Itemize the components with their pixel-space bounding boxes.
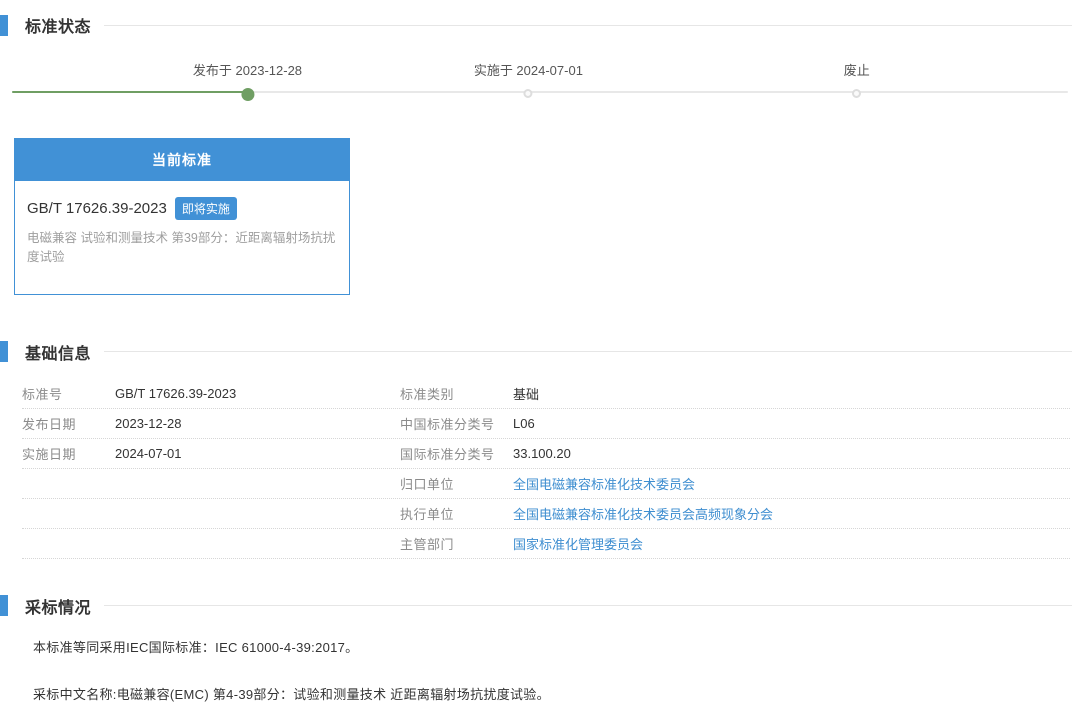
table-row: 发布日期 2023-12-28 中国标准分类号 L06 — [22, 409, 1070, 439]
timeline-dot-pending-icon — [852, 89, 861, 98]
standard-description: 电磁兼容 试验和测量技术 第39部分：近距离辐射场抗扰度试验 — [27, 229, 337, 268]
link-executing-unit[interactable]: 全国电磁兼容标准化技术委员会高频现象分会 — [513, 504, 1070, 523]
section-divider-line — [104, 605, 1072, 606]
field-value-ics-code: 33.100.20 — [513, 446, 1070, 461]
section-accent-bar — [0, 341, 8, 362]
section-divider-line — [104, 25, 1072, 26]
adoption-statement: 本标准等同采用IEC国际标准：IEC 61000-4-39:2017。 — [33, 637, 1080, 656]
section-accent-bar — [0, 595, 8, 616]
link-centralized-unit[interactable]: 全国电磁兼容标准化技术委员会 — [513, 474, 1070, 493]
field-value-implement-date: 2024-07-01 — [115, 446, 400, 461]
standard-status-timeline: 发布于 2023-12-28 实施于 2024-07-01 废止 — [12, 60, 1068, 100]
current-standard-card-body: GB/T 17626.39-2023 即将实施 电磁兼容 试验和测量技术 第39… — [15, 181, 349, 294]
field-value-publish-date: 2023-12-28 — [115, 416, 400, 431]
table-row: 执行单位 全国电磁兼容标准化技术委员会高频现象分会 — [22, 499, 1070, 529]
section-accent-bar — [0, 15, 8, 36]
adoption-chinese-name: 采标中文名称:电磁兼容(EMC) 第4-39部分：试验和测量技术 近距离辐射场抗… — [33, 684, 1080, 703]
timeline-stop-implemented: 实施于 2024-07-01 — [474, 60, 583, 98]
section-divider-line — [104, 351, 1072, 352]
section-title-adoption: 采标情况 — [25, 594, 91, 618]
link-competent-dept[interactable]: 国家标准化管理委员会 — [513, 534, 1070, 553]
section-title-basic-info: 基础信息 — [25, 340, 91, 364]
field-value-ccs-code: L06 — [513, 416, 1070, 431]
field-label-ics-code: 国际标准分类号 — [400, 444, 513, 463]
basic-info-table: 标准号 GB/T 17626.39-2023 标准类别 基础 发布日期 2023… — [22, 379, 1070, 559]
standard-code: GB/T 17626.39-2023 — [27, 200, 167, 217]
field-label-category: 标准类别 — [400, 384, 513, 403]
timeline-label-abolished: 废止 — [844, 60, 870, 79]
adoption-info: 本标准等同采用IEC国际标准：IEC 61000-4-39:2017。 采标中文… — [33, 637, 1080, 703]
timeline-dot-pending-icon — [524, 89, 533, 98]
field-label-implement-date: 实施日期 — [22, 444, 115, 463]
timeline-stop-published: 发布于 2023-12-28 — [193, 60, 302, 101]
field-value-category: 基础 — [513, 384, 1070, 403]
table-row: 归口单位 全国电磁兼容标准化技术委员会 — [22, 469, 1070, 499]
section-header-adoption: 采标情况 — [0, 595, 1080, 617]
field-value-standard-no: GB/T 17626.39-2023 — [115, 386, 400, 401]
standard-detail-page: 标准状态 发布于 2023-12-28 实施于 2024-07-01 废止 当前… — [0, 0, 1080, 703]
field-label-publish-date: 发布日期 — [22, 414, 115, 433]
current-standard-card-header: 当前标准 — [15, 139, 349, 181]
current-standard-card: 当前标准 GB/T 17626.39-2023 即将实施 电磁兼容 试验和测量技… — [14, 138, 350, 295]
section-title-status: 标准状态 — [25, 13, 91, 37]
field-label-centralized-unit: 归口单位 — [400, 474, 513, 493]
timeline-dot-done-icon — [241, 88, 254, 101]
table-row: 实施日期 2024-07-01 国际标准分类号 33.100.20 — [22, 439, 1070, 469]
field-label-competent-dept: 主管部门 — [400, 534, 513, 553]
timeline-label-implemented: 实施于 2024-07-01 — [474, 60, 583, 79]
table-row: 标准号 GB/T 17626.39-2023 标准类别 基础 — [22, 379, 1070, 409]
table-row: 主管部门 国家标准化管理委员会 — [22, 529, 1070, 559]
field-label-executing-unit: 执行单位 — [400, 504, 513, 523]
section-header-status: 标准状态 — [0, 14, 1080, 36]
field-label-ccs-code: 中国标准分类号 — [400, 414, 513, 433]
timeline-label-published: 发布于 2023-12-28 — [193, 60, 302, 79]
field-label-standard-no: 标准号 — [22, 384, 115, 403]
timeline-stop-abolished: 废止 — [844, 60, 870, 98]
status-badge: 即将实施 — [175, 197, 237, 220]
section-header-basic-info: 基础信息 — [0, 341, 1080, 363]
